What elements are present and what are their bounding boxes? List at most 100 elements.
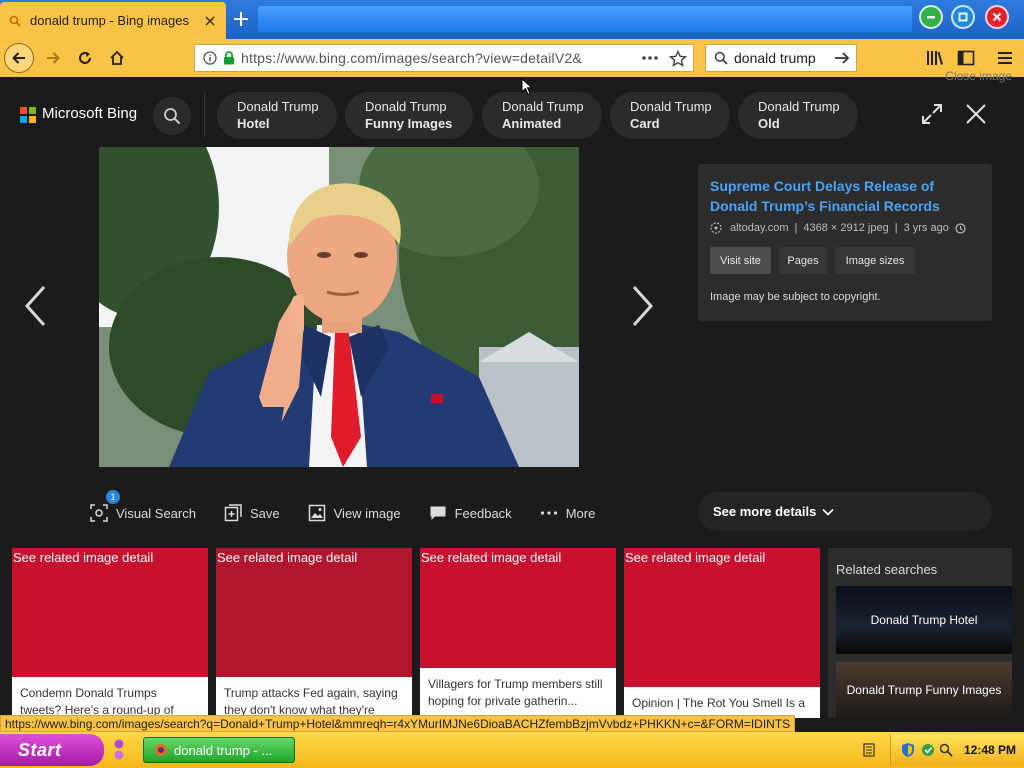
- minimize-icon: [919, 5, 943, 29]
- card-caption: Condemn Donald Trumps tweets? Here's a r…: [12, 677, 208, 718]
- bing-brand[interactable]: Microsoft Bing: [42, 105, 137, 122]
- status-link-preview: https://www.bing.com/images/search?q=Don…: [0, 715, 796, 732]
- browser-tab-active[interactable]: donald trump - Bing images: [0, 2, 226, 39]
- microsoft-logo-icon: [20, 107, 36, 123]
- image-sizes-button[interactable]: Image sizes: [835, 247, 915, 274]
- globe-icon: [710, 222, 722, 234]
- library-icon: [927, 51, 943, 65]
- taskbar: Start donald trump - ... 12:48 PM: [0, 732, 1024, 768]
- maximize-button[interactable]: [948, 2, 978, 32]
- history-icon: [955, 222, 966, 234]
- taskbar-firefox-item[interactable]: donald trump - ...: [143, 737, 295, 763]
- related-chip-animated[interactable]: Donald Trump Animated: [482, 92, 602, 139]
- related-search-label: Donald Trump Funny Images: [846, 682, 1002, 697]
- hamburger-menu-icon: [998, 52, 1012, 64]
- chip-line1: Donald Trump: [630, 99, 712, 114]
- start-label: Start: [18, 739, 62, 760]
- related-image-card[interactable]: See related image detail Opinion | The R…: [624, 548, 820, 718]
- see-more-details-button[interactable]: See more details: [698, 492, 992, 531]
- quick-launch-icon[interactable]: [108, 738, 130, 762]
- address-bar[interactable]: https://www.bing.com/images/search?view=…: [194, 44, 694, 72]
- url-text: https://www.bing.com/images/search?view=…: [241, 50, 582, 66]
- chip-line2: Old: [758, 116, 780, 131]
- related-image-card[interactable]: See related image detail Villagers for T…: [420, 548, 616, 718]
- back-arrow-icon: [12, 52, 25, 64]
- visual-search-button[interactable]: 1 Visual Search: [90, 490, 196, 522]
- bookmark-star-icon[interactable]: [669, 50, 687, 68]
- related-searches-title: Related searches: [836, 562, 938, 577]
- related-chip-card[interactable]: Donald Trump Card: [610, 92, 730, 139]
- search-icon[interactable]: [939, 743, 953, 757]
- related-searches-panel: Related searches Donald Trump Hotel Dona…: [828, 548, 1012, 718]
- more-button[interactable]: More: [540, 504, 595, 522]
- card-header: See related image detail: [421, 550, 562, 565]
- reload-button[interactable]: [70, 43, 100, 73]
- save-button[interactable]: Save: [224, 504, 280, 522]
- shield-icon[interactable]: [901, 742, 915, 758]
- back-button[interactable]: [4, 43, 34, 73]
- maximize-icon: [951, 5, 975, 29]
- card-header: See related image detail: [625, 550, 766, 565]
- forward-button[interactable]: [38, 43, 68, 73]
- image-action-bar: 1 Visual Search Save View image Feedback…: [90, 490, 623, 523]
- view-image-icon: [308, 504, 326, 522]
- image-source[interactable]: altoday.com: [730, 222, 789, 234]
- chip-line2: Funny Images: [365, 116, 453, 131]
- expand-button[interactable]: [917, 99, 947, 129]
- pages-button[interactable]: Pages: [779, 247, 827, 274]
- info-icon[interactable]: [203, 51, 217, 65]
- tabstrip-empty-area: [258, 6, 912, 32]
- home-button[interactable]: [102, 43, 132, 73]
- copyright-notice: Image may be subject to copyright.: [710, 291, 881, 303]
- related-image-card[interactable]: See related image detail Trump attacks F…: [216, 548, 412, 718]
- lock-icon: [223, 51, 235, 65]
- close-icon: [966, 104, 986, 124]
- image-dimensions: 4368 × 2912 jpeg: [803, 222, 889, 234]
- image-title-link[interactable]: Supreme Court Delays Release of Donald T…: [710, 176, 980, 216]
- related-search-item[interactable]: Donald Trump Hotel: [836, 586, 1012, 654]
- browser-search-box[interactable]: donald trump: [705, 44, 857, 72]
- header-divider: [204, 92, 205, 138]
- chip-line1: Donald Trump: [237, 99, 319, 114]
- related-chip-hotel[interactable]: Donald Trump Hotel: [217, 92, 337, 139]
- view-image-button[interactable]: View image: [308, 504, 401, 522]
- bing-header: Close image Microsoft Bing Donald Trump …: [0, 69, 1024, 147]
- chip-line1: Donald Trump: [502, 99, 584, 114]
- sidebar-icon: [957, 50, 975, 66]
- search-icon: [714, 51, 728, 65]
- related-search-label: Donald Trump Hotel: [870, 612, 978, 627]
- browser-tabbar: donald trump - Bing images: [0, 0, 1024, 39]
- add-collection-icon: [224, 504, 242, 522]
- network-icon[interactable]: [862, 742, 876, 758]
- tray-app-icon[interactable]: [921, 743, 935, 757]
- visit-site-button[interactable]: Visit site: [710, 247, 771, 274]
- card-header: See related image detail: [217, 550, 358, 565]
- related-search-item[interactable]: Donald Trump Funny Images: [836, 662, 1012, 718]
- related-chip-old[interactable]: Donald Trump Old: [738, 92, 858, 139]
- previous-image-button[interactable]: [18, 281, 52, 331]
- chevron-down-icon: [822, 508, 834, 516]
- visual-search-icon: [90, 504, 108, 522]
- main-image[interactable]: [99, 147, 579, 467]
- chip-line1: Donald Trump: [758, 99, 840, 114]
- next-image-button[interactable]: [626, 281, 660, 331]
- search-go-icon[interactable]: [834, 51, 850, 65]
- new-tab-button[interactable]: [228, 6, 254, 32]
- more-dots-icon: [540, 504, 558, 522]
- close-tab-icon[interactable]: [202, 13, 218, 29]
- start-button[interactable]: Start: [0, 734, 104, 766]
- card-caption: Trump attacks Fed again, saying they don…: [216, 677, 412, 718]
- image-meta: altoday.com | 4368 × 2912 jpeg | 3 yrs a…: [710, 222, 966, 234]
- save-label: Save: [249, 505, 280, 521]
- minimize-button[interactable]: [916, 2, 946, 32]
- feedback-button[interactable]: Feedback: [429, 504, 512, 522]
- related-image-card[interactable]: See related image detail Condemn Donald …: [12, 548, 208, 718]
- related-chip-funny-images[interactable]: Donald Trump Funny Images: [345, 92, 473, 139]
- bing-search-button[interactable]: [153, 97, 191, 135]
- close-window-button[interactable]: [982, 2, 1012, 32]
- chip-line2: Hotel: [237, 116, 270, 131]
- feedback-label: Feedback: [454, 505, 512, 521]
- page-actions-icon[interactable]: [641, 50, 659, 66]
- close-image-button[interactable]: [961, 99, 991, 129]
- expand-icon: [922, 104, 942, 124]
